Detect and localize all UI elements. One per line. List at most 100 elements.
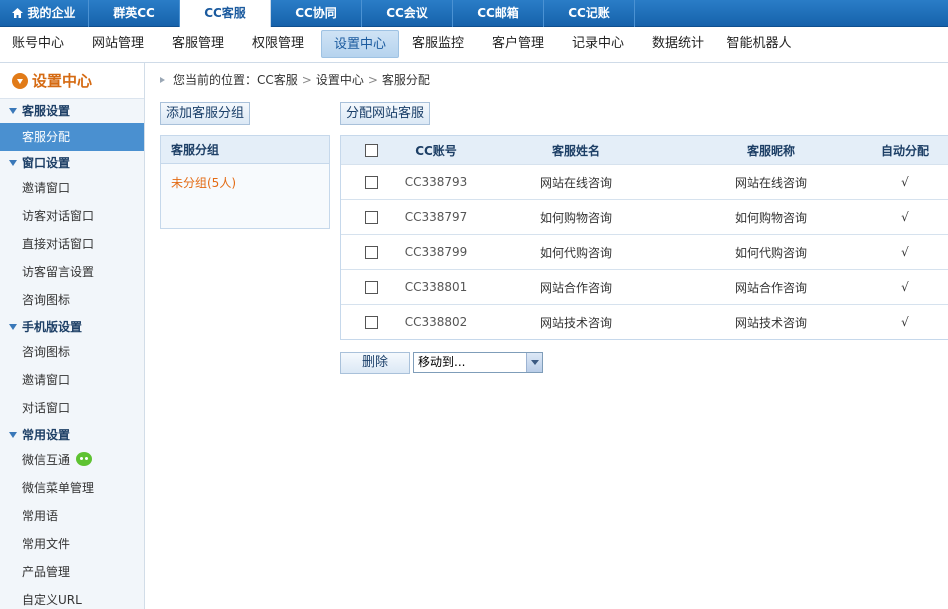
row-auto-assign: √ <box>901 315 909 329</box>
row-account: CC338793 <box>404 175 468 189</box>
sidebar-item-wechat-connect[interactable]: 微信互通 <box>0 446 144 474</box>
top-tab-cc-meeting[interactable]: CC会议 <box>362 0 453 27</box>
delete-button[interactable]: 删除 <box>340 352 410 374</box>
service-table: CC账号 客服姓名 客服昵称 自动分配 CC338793 网站在线咨询 网站在线… <box>340 135 948 340</box>
top-tab-qunying-cc[interactable]: 群英CC <box>89 0 180 27</box>
sub-tab-service-monitor[interactable]: 客服监控 <box>402 30 474 58</box>
row-nickname: 网站在线咨询 <box>734 175 807 190</box>
top-tab-cc-xietong[interactable]: CC协同 <box>271 0 362 27</box>
row-nickname: 如何代购咨询 <box>734 245 807 260</box>
select-all-cell <box>361 136 381 164</box>
row-auto-assign: √ <box>901 245 909 259</box>
column-header-account: CC账号 <box>415 143 457 158</box>
row-checkbox-cell <box>361 305 381 339</box>
top-tab-label: 群英CC <box>113 6 155 20</box>
sidebar-item-custom-url[interactable]: 自定义URL <box>0 586 144 609</box>
column-header-name: 客服姓名 <box>551 143 600 158</box>
row-checkbox[interactable] <box>364 175 378 189</box>
row-account: CC338801 <box>404 280 468 294</box>
top-tab-label: CC邮箱 <box>477 6 519 20</box>
table-row: CC338799 如何代购咨询 如何代购咨询 √ <box>341 234 948 269</box>
move-to-select[interactable]: 移动到... <box>413 352 543 373</box>
top-tab-cc-accounting[interactable]: CC记账 <box>544 0 635 27</box>
row-auto-assign: √ <box>901 175 909 189</box>
sub-tab-smart-robot[interactable]: 智能机器人 <box>720 30 798 58</box>
top-tab-my-enterprise[interactable]: 我的企业 <box>0 0 89 27</box>
table-header-row: CC账号 客服姓名 客服昵称 自动分配 <box>341 136 948 164</box>
home-icon <box>12 8 24 18</box>
breadcrumb-prefix: 您当前的位置： <box>173 73 258 87</box>
breadcrumb-arrow-icon <box>160 77 165 83</box>
sidebar-item-direct-chat-window[interactable]: 直接对话窗口 <box>0 230 144 258</box>
row-nickname: 如何购物咨询 <box>734 210 807 225</box>
sub-tab-account-center[interactable]: 账号中心 <box>2 30 74 58</box>
sidebar-group-label: 窗口设置 <box>22 156 71 170</box>
table-row: CC338797 如何购物咨询 如何购物咨询 √ <box>341 199 948 234</box>
top-tab-label: 我的企业 <box>27 6 76 20</box>
breadcrumb-link-cc-kefu[interactable]: CC客服 <box>257 73 298 87</box>
sidebar-item-product-management[interactable]: 产品管理 <box>0 558 144 586</box>
add-group-button[interactable]: 添加客服分组 <box>160 102 251 125</box>
down-arrow-circle-icon <box>12 73 28 89</box>
top-tab-label: CC客服 <box>204 6 246 20</box>
top-nav-bar: 我的企业 群英CC CC客服 CC协同 CC会议 CC邮箱 CC记账 <box>0 0 948 28</box>
top-tab-label: CC会议 <box>386 6 428 20</box>
sidebar-group-service-settings[interactable]: 客服设置 <box>0 99 144 123</box>
row-account: CC338802 <box>404 315 468 329</box>
assign-service-button[interactable]: 分配网站客服 <box>340 102 431 125</box>
row-account: CC338797 <box>404 210 468 224</box>
breadcrumb: 您当前的位置：CC客服 > 设置中心 > 客服分配 <box>160 71 430 89</box>
group-item-ungrouped[interactable]: 未分组(5人) <box>171 174 329 191</box>
sub-tab-service-management[interactable]: 客服管理 <box>162 30 234 58</box>
table-row: CC338802 网站技术咨询 网站技术咨询 √ <box>341 304 948 339</box>
row-account: CC338799 <box>404 245 468 259</box>
row-checkbox[interactable] <box>364 210 378 224</box>
top-tab-label: CC记账 <box>568 6 610 20</box>
sub-tab-site-management[interactable]: 网站管理 <box>82 30 154 58</box>
row-checkbox[interactable] <box>364 245 378 259</box>
top-tab-cc-kefu[interactable]: CC客服 <box>180 0 271 28</box>
chevron-down-icon[interactable] <box>526 353 542 372</box>
breadcrumb-link-settings-center[interactable]: 设置中心 <box>316 73 364 87</box>
sub-tab-customer-management[interactable]: 客户管理 <box>482 30 554 58</box>
sub-tab-settings-center[interactable]: 设置中心 <box>321 30 399 58</box>
row-checkbox[interactable] <box>364 315 378 329</box>
sidebar-item-service-assignment[interactable]: 客服分配 <box>0 123 144 151</box>
sidebar-item-wechat-menu[interactable]: 微信菜单管理 <box>0 474 144 502</box>
row-nickname: 网站合作咨询 <box>734 280 807 295</box>
row-name: 网站合作咨询 <box>539 280 612 295</box>
sidebar-group-label: 客服设置 <box>22 104 71 118</box>
sidebar-group-window-settings[interactable]: 窗口设置 <box>0 151 144 175</box>
wechat-icon <box>76 452 93 466</box>
top-tab-cc-mail[interactable]: CC邮箱 <box>453 0 544 27</box>
sub-tab-record-center[interactable]: 记录中心 <box>562 30 634 58</box>
sidebar-item-visitor-message-settings[interactable]: 访客留言设置 <box>0 258 144 286</box>
move-to-select-value: 移动到... <box>418 355 466 369</box>
sidebar-item-mobile-chat-window[interactable]: 对话窗口 <box>0 394 144 422</box>
select-all-checkbox[interactable] <box>364 143 378 157</box>
sidebar-group-mobile-settings[interactable]: 手机版设置 <box>0 315 144 339</box>
sidebar-item-consult-icon[interactable]: 咨询图标 <box>0 286 144 314</box>
row-nickname: 网站技术咨询 <box>734 315 807 330</box>
row-checkbox-cell <box>361 165 381 199</box>
sidebar-item-mobile-invite-window[interactable]: 邀请窗口 <box>0 366 144 394</box>
collapse-triangle-icon <box>9 324 17 330</box>
group-panel: 客服分组 未分组(5人) <box>160 135 330 229</box>
table-row: CC338801 网站合作咨询 网站合作咨询 √ <box>341 269 948 304</box>
breadcrumb-separator: > <box>367 73 378 87</box>
row-auto-assign: √ <box>901 280 909 294</box>
sidebar-item-common-files[interactable]: 常用文件 <box>0 530 144 558</box>
sidebar-item-invite-window[interactable]: 邀请窗口 <box>0 174 144 202</box>
sub-tab-permission-management[interactable]: 权限管理 <box>242 30 314 58</box>
sidebar-item-mobile-consult-icon[interactable]: 咨询图标 <box>0 338 144 366</box>
sidebar-item-visitor-chat-window[interactable]: 访客对话窗口 <box>0 202 144 230</box>
top-tab-label: CC协同 <box>295 6 337 20</box>
sidebar-title: 设置中心 <box>0 63 144 99</box>
sidebar-item-common-phrases[interactable]: 常用语 <box>0 502 144 530</box>
sidebar-group-common-settings[interactable]: 常用设置 <box>0 423 144 447</box>
row-checkbox[interactable] <box>364 280 378 294</box>
sub-nav-bar: 账号中心 网站管理 客服管理 权限管理 设置中心 客服监控 客户管理 记录中心 … <box>0 27 948 63</box>
table-row: CC338793 网站在线咨询 网站在线咨询 √ <box>341 164 948 199</box>
sub-tab-statistics[interactable]: 数据统计 <box>642 30 714 58</box>
collapse-triangle-icon <box>9 432 17 438</box>
